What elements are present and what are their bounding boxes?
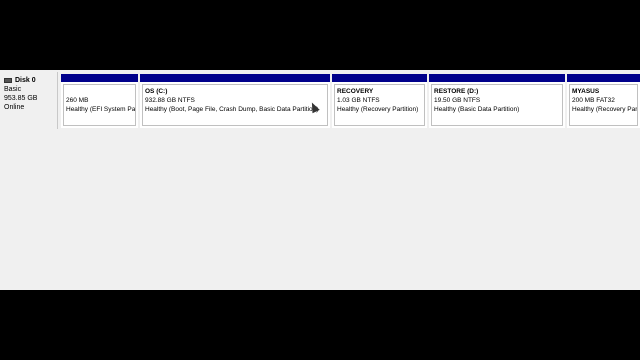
partition-status: Healthy (Recovery Partition) xyxy=(572,106,638,113)
partition-bar xyxy=(61,74,138,82)
partition-size: 932.88 GB NTFS xyxy=(145,97,195,104)
disk-status: Online xyxy=(4,104,25,111)
partition-status: Healthy (Recovery Partition) xyxy=(337,106,419,113)
partition-bar xyxy=(140,74,330,82)
disk-size: 953.85 GB xyxy=(4,95,38,102)
partition-myasus[interactable]: MYASUS 200 MB FAT32 Healthy (Recovery Pa… xyxy=(567,74,640,128)
partition-bar xyxy=(332,74,427,82)
disk-info-panel[interactable]: Disk 0 Basic 953.85 GB Online xyxy=(0,72,58,129)
partition-bar xyxy=(429,74,565,82)
partition-status: Healthy (Boot, Page File, Crash Dump, Ba… xyxy=(145,106,319,113)
partition-status: Healthy (EFI System Pa xyxy=(66,106,136,113)
partition-name: MYASUS xyxy=(572,88,600,95)
partition-details: 260 MB Healthy (EFI System Pa xyxy=(63,84,136,126)
partition-size: 200 MB FAT32 xyxy=(572,97,615,104)
partition-size: 1.03 GB NTFS xyxy=(337,97,380,104)
partition-status: Healthy (Basic Data Partition) xyxy=(434,106,520,113)
partition-name xyxy=(66,87,133,96)
partition-details: RESTORE (D:) 19.50 GB NTFS Healthy (Basi… xyxy=(431,84,563,126)
partition-details: MYASUS 200 MB FAT32 Healthy (Recovery Pa… xyxy=(569,84,638,126)
disk-icon xyxy=(4,78,12,83)
disk-type: Basic xyxy=(4,86,22,93)
disk-management-window: Disk 0 Basic 953.85 GB Online 260 MB Hea… xyxy=(0,70,640,290)
partition-name: OS (C:) xyxy=(145,88,168,95)
partition-map: 260 MB Healthy (EFI System Pa OS (C:) 93… xyxy=(61,74,640,128)
partition-name: RECOVERY xyxy=(337,88,374,95)
partition-name: RESTORE (D:) xyxy=(434,88,479,95)
partition-size: 19.50 GB NTFS xyxy=(434,97,481,104)
disk-name: Disk 0 xyxy=(15,77,36,84)
partition-details: OS (C:) 932.88 GB NTFS Healthy (Boot, Pa… xyxy=(142,84,328,126)
partition-restore[interactable]: RESTORE (D:) 19.50 GB NTFS Healthy (Basi… xyxy=(429,74,565,128)
partition-recovery[interactable]: RECOVERY 1.03 GB NTFS Healthy (Recovery … xyxy=(332,74,427,128)
partition-size: 260 MB xyxy=(66,97,89,104)
partition-bar xyxy=(567,74,640,82)
disk-title: Disk 0 xyxy=(4,76,57,85)
partition-os[interactable]: OS (C:) 932.88 GB NTFS Healthy (Boot, Pa… xyxy=(140,74,330,128)
partition-details: RECOVERY 1.03 GB NTFS Healthy (Recovery … xyxy=(334,84,425,126)
partition-efi[interactable]: 260 MB Healthy (EFI System Pa xyxy=(61,74,138,128)
